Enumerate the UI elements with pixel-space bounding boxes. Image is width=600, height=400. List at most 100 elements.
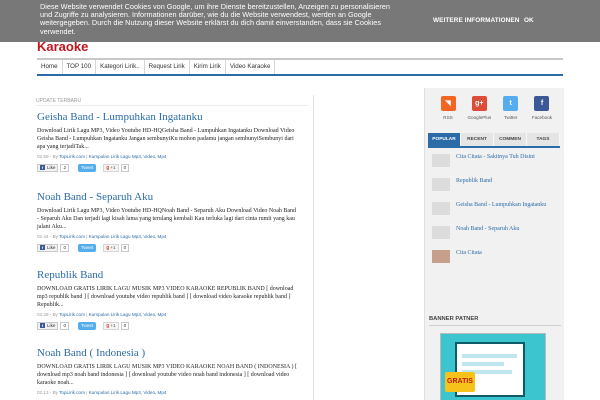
like-count: 0 (60, 321, 69, 330)
popular-posts: Cita Citata - Sakitnya Tuh Disini Republ… (428, 146, 560, 268)
post-author[interactable]: TopLirik.com (59, 312, 85, 317)
like-count: 2 (60, 163, 69, 172)
popular-post-title[interactable]: Cita Citata (456, 250, 556, 258)
facebook-like-button[interactable]: f Like (37, 321, 59, 330)
google-plus-icon: g (106, 244, 110, 251)
cookie-consent-bar: Diese Website verwendet Cookies von Goog… (0, 0, 600, 42)
facebook-icon: f (534, 96, 550, 111)
like-count: 0 (60, 243, 69, 252)
popular-post-title[interactable]: Geisha Band - Lumpuhkan Ingatanku (456, 202, 556, 210)
facebook-like-button[interactable]: f Like (37, 243, 59, 252)
facebook-icon: f (40, 323, 45, 328)
post-title[interactable]: Republik Band (37, 269, 307, 282)
post-meta: 02.59 - By TopLirik.com | Kumpulan Lirik… (37, 154, 167, 159)
post-author[interactable]: TopLirik.com (59, 154, 85, 159)
post-meta: 02.44 - By TopLirik.com | Kumpulan Lirik… (37, 234, 167, 239)
gplus-count: 0 (120, 243, 130, 252)
cookie-ok-button[interactable]: OK (524, 17, 534, 24)
google-plus-icon: g (106, 322, 110, 329)
tab-comments[interactable]: COMMEN (494, 133, 527, 146)
tweet-button[interactable]: Tweet (78, 163, 97, 172)
post-snippet: DOWNLOAD GRATIS LIRIK LAGU MUSIK MP3 VID… (37, 286, 294, 308)
social-links: ◥ RSS g+ GooglePlus t Twitter f Facebook (433, 96, 557, 120)
nav-top-100[interactable]: TOP 100 (63, 60, 97, 74)
tab-popular[interactable]: POPULAR (428, 133, 461, 146)
post-thumbnail (432, 154, 450, 167)
sidebar: ◥ RSS g+ GooglePlus t Twitter f Facebook… (424, 88, 564, 400)
post-list: UPDATE TERBARU Geisha Band - Lumpuhkan I… (31, 95, 314, 400)
facebook-icon: f (40, 245, 45, 250)
site-logo[interactable]: Karaoke (37, 40, 88, 56)
social-googleplus[interactable]: g+ GooglePlus (464, 96, 494, 120)
banner-heading: BANNER PATNER (429, 316, 479, 322)
post-thumbnail (432, 202, 450, 215)
section-heading: UPDATE TERBARU (36, 98, 82, 104)
social-label: GooglePlus (467, 115, 492, 120)
list-item[interactable]: Cita Citata - Sakitnya Tuh Disini (428, 148, 560, 172)
post-item: Geisha Band - Lumpuhkan Ingatanku Downlo… (37, 111, 307, 172)
post-labels[interactable]: Kumpulan Lirik Lagu Mp3, Video, Mp4 (89, 390, 167, 395)
popular-post-title[interactable]: Cita Citata - Sakitnya Tuh Disini (456, 154, 556, 162)
post-title[interactable]: Noah Band - Separuh Aku (37, 191, 307, 204)
list-item[interactable]: Geisha Band - Lumpuhkan Ingatanku (428, 196, 560, 220)
share-bar: f Like 0 Tweet g +1 0 (37, 321, 307, 330)
post-time: 02.28 (37, 312, 49, 317)
google-plus-button[interactable]: g +1 (103, 163, 119, 172)
social-twitter[interactable]: t Twitter (496, 96, 526, 120)
section-divider (36, 105, 308, 106)
facebook-icon: f (40, 165, 45, 170)
rss-icon: ◥ (440, 96, 456, 111)
post-time: 02.59 (37, 154, 49, 159)
post-meta: 02.13 - By TopLirik.com | Kumpulan Lirik… (37, 390, 167, 395)
popular-post-title[interactable]: Noah Band - Separuh Aku (456, 226, 556, 234)
popular-post-title[interactable]: Republik Band (456, 178, 556, 186)
share-bar: f Like 0 Tweet g +1 0 (37, 243, 307, 252)
list-item[interactable]: Republik Band (428, 172, 560, 196)
social-rss[interactable]: ◥ RSS (433, 96, 463, 120)
tweet-button[interactable]: Tweet (78, 321, 97, 330)
post-thumbnail (432, 250, 450, 263)
nav-request-lirik[interactable]: Request Lirik (145, 60, 190, 74)
tweet-button[interactable]: Tweet (78, 243, 97, 252)
post-labels[interactable]: Kumpulan Lirik Lagu Mp3, Video, Mp4 (89, 154, 167, 159)
facebook-like-button[interactable]: f Like (37, 163, 59, 172)
sidebar-tabs: POPULAR RECENT COMMEN TAGS (428, 133, 560, 146)
nav-kirim-lirik[interactable]: Kirim Lirik (190, 60, 226, 74)
post-thumbnail (432, 226, 450, 239)
nav-kategori-lirik[interactable]: Kategori Lirik.. (96, 60, 145, 74)
post-meta: 02.28 - By TopLirik.com | Kumpulan Lirik… (37, 312, 167, 317)
list-item[interactable]: Cita Citata (428, 244, 560, 268)
post-thumbnail (432, 178, 450, 191)
post-item: Republik Band DOWNLOAD GRATIS LIRIK LAGU… (37, 269, 307, 330)
post-time: 02.44 (37, 234, 49, 239)
partner-banner[interactable]: GRATIS (440, 333, 546, 400)
more-info-button[interactable]: WEITERE INFORMATIONEN (433, 17, 519, 24)
google-plus-button[interactable]: g +1 (103, 243, 119, 252)
post-title[interactable]: Geisha Band - Lumpuhkan Ingatanku (37, 111, 307, 124)
nav-video-karaoke[interactable]: Video Karaoke (226, 60, 276, 74)
twitter-icon: t (503, 96, 519, 111)
post-labels[interactable]: Kumpulan Lirik Lagu Mp3, Video, Mp4 (89, 312, 167, 317)
post-labels[interactable]: Kumpulan Lirik Lagu Mp3, Video, Mp4 (89, 234, 167, 239)
main-nav: Home TOP 100 Kategori Lirik.. Request Li… (37, 58, 563, 76)
post-author[interactable]: TopLirik.com (59, 390, 85, 395)
nav-home[interactable]: Home (37, 60, 63, 74)
cookie-message: Diese Website verwendet Cookies von Goog… (40, 2, 390, 36)
banner-badge: GRATIS (445, 372, 475, 392)
social-label: Facebook (531, 115, 553, 120)
post-item: Noah Band - Separuh Aku Download Lirik L… (37, 191, 307, 252)
google-plus-button[interactable]: g +1 (103, 321, 119, 330)
share-bar: f Like 2 Tweet g +1 0 (37, 163, 307, 172)
social-facebook[interactable]: f Facebook (527, 96, 557, 120)
social-label: Twitter (503, 115, 518, 120)
post-time: 02.13 (37, 390, 49, 395)
tab-tags[interactable]: TAGS (527, 133, 560, 146)
post-title[interactable]: Noah Band ( Indonesia ) (37, 347, 307, 360)
tab-recent[interactable]: RECENT (461, 133, 494, 146)
banner-divider (429, 325, 561, 326)
list-item[interactable]: Noah Band - Separuh Aku (428, 220, 560, 244)
post-snippet: Download Lirik Lagu MP3, Video Youtube H… (37, 208, 297, 230)
post-snippet: Download Lirik Lagu MP3, Video Youtube H… (37, 128, 295, 150)
post-author[interactable]: TopLirik.com (59, 234, 85, 239)
social-label: RSS (443, 115, 453, 120)
